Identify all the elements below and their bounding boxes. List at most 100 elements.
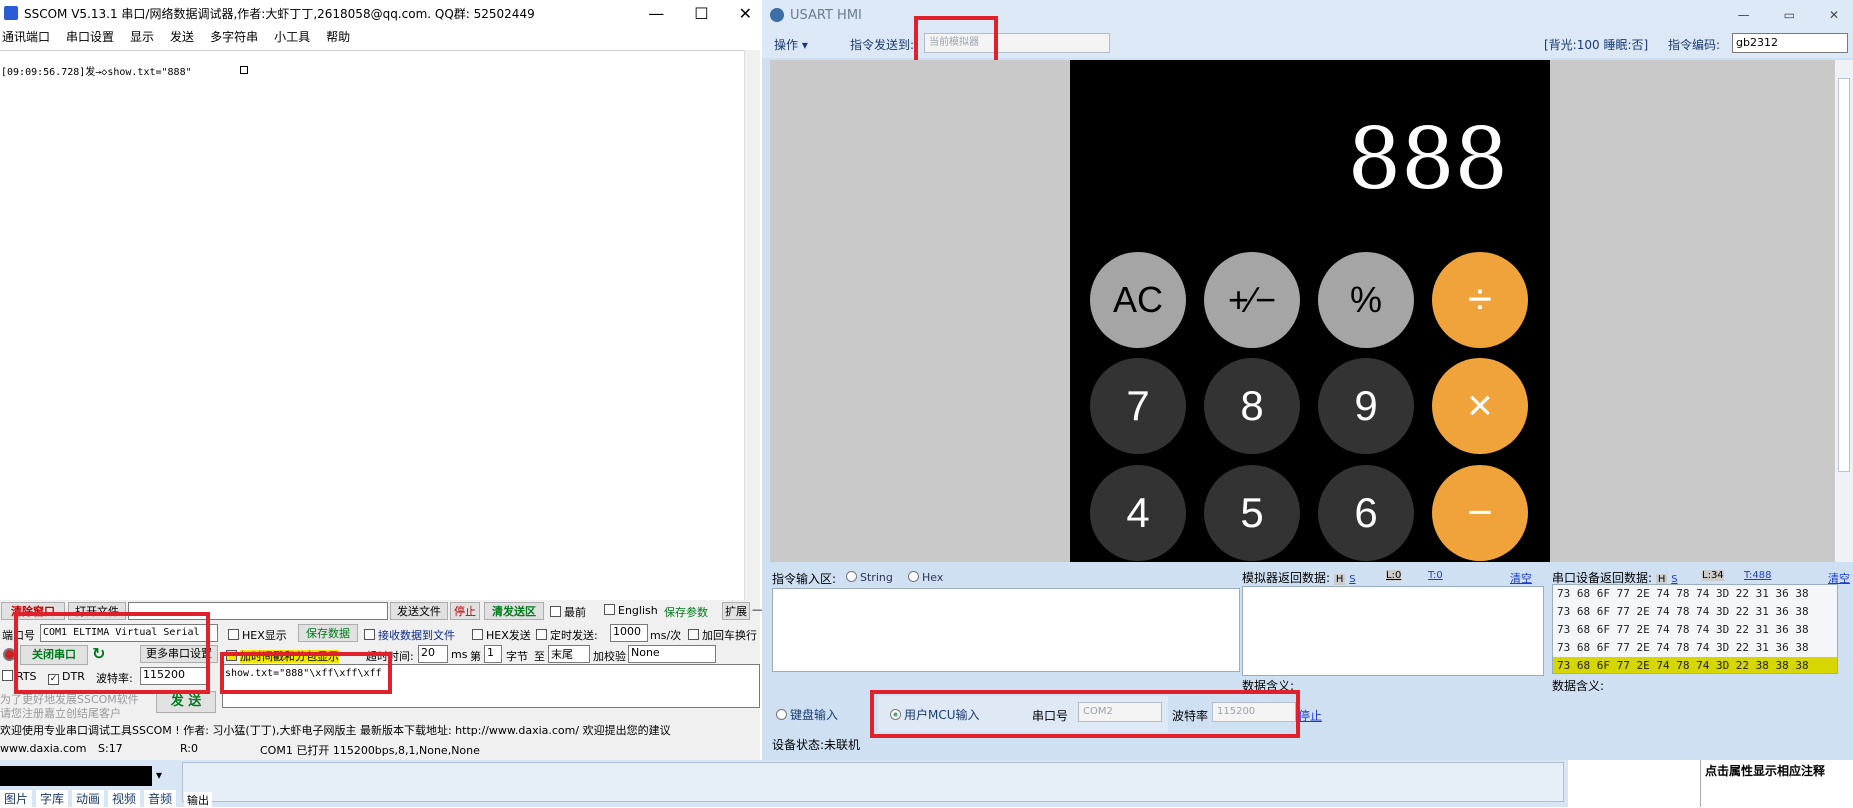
close-port-button[interactable]: 关闭串口 (20, 645, 88, 665)
tab-animation[interactable]: 动画 (72, 790, 105, 807)
stop-button[interactable]: 停止 (450, 602, 480, 620)
menu-item-tools[interactable]: 小工具 (274, 28, 310, 48)
black-input-bar[interactable] (0, 766, 152, 786)
key-7[interactable]: 7 (1090, 358, 1186, 454)
cmd-input-area[interactable] (772, 588, 1240, 672)
bottom-panel: ▾ 图片 字库 动画 视频 音频 输出 点击属性显示相应注释 (0, 760, 1853, 808)
sim-return-area[interactable] (1242, 586, 1544, 676)
menu-item-port-settings[interactable]: 串口设置 (66, 28, 114, 48)
timestamp-checkbox[interactable]: 加时间戳和分包显示 (226, 648, 339, 664)
key-multiply[interactable]: × (1432, 358, 1528, 454)
calculator-display: 888 (1347, 110, 1508, 208)
key-divide[interactable]: ÷ (1432, 252, 1528, 348)
hmi-title-bar: USART HMI — ▭ ✕ (762, 0, 1853, 30)
sim-clear-link[interactable]: 清空 (1510, 570, 1532, 586)
more-settings-button[interactable]: 更多串口设置 (140, 645, 218, 663)
sim-s-toggle[interactable]: S (1349, 574, 1355, 585)
receive-scrollbar[interactable] (744, 50, 760, 600)
clear-send-button[interactable]: 清发送区 (484, 602, 544, 620)
timed-unit-label: ms/次 (650, 629, 682, 642)
dev-return-area[interactable]: 73 68 6F 77 2E 74 78 74 3D 22 31 36 38 7… (1552, 584, 1838, 674)
recv-to-file-checkbox[interactable]: 接收数据到文件 (364, 627, 455, 643)
keyboard-input-radio[interactable]: 键盘输入 (776, 706, 838, 723)
rts-checkbox[interactable]: RTS (2, 670, 37, 683)
close-icon[interactable]: ✕ (739, 4, 752, 23)
hmi-stop-link[interactable]: 停止 (1298, 707, 1322, 724)
menu-item-comm-port[interactable]: 通讯端口 (2, 28, 50, 48)
sim-h-toggle[interactable]: H (1333, 574, 1346, 585)
status-site[interactable]: www.daxia.com (0, 742, 87, 755)
canvas-scrollbar[interactable] (1835, 60, 1853, 562)
tab-fonts[interactable]: 字库 (36, 790, 69, 807)
file-path-input[interactable] (128, 602, 388, 620)
tab-output[interactable]: 输出 (184, 792, 212, 808)
english-checkbox[interactable]: English (604, 604, 658, 617)
key-label: 7 (1126, 382, 1150, 429)
send-to-select[interactable]: 当前模拟器 (924, 33, 1110, 53)
attribute-note-panel: 点击属性显示相应注释 (1700, 760, 1853, 807)
encoding-select[interactable]: gb2312 (1732, 33, 1848, 53)
timed-send-checkbox[interactable]: 定时发送: (536, 627, 598, 643)
maximize-icon[interactable]: ☐ (694, 4, 708, 23)
topmost-checkbox[interactable]: 最前 (550, 604, 586, 620)
close-icon[interactable]: ✕ (1829, 8, 1839, 22)
key-plus-minus[interactable]: +∕− (1204, 252, 1300, 348)
to-select[interactable]: 末尾 (548, 645, 590, 663)
menu-item-display[interactable]: 显示 (130, 28, 154, 48)
key-4[interactable]: 4 (1090, 465, 1186, 561)
add-crlf-checkbox[interactable]: 加回车换行 (688, 627, 757, 643)
menu-item-multi-string[interactable]: 多字符串 (210, 28, 258, 48)
dtr-checkbox[interactable]: ✓ DTR (48, 670, 85, 685)
maximize-icon[interactable]: ▭ (1784, 8, 1795, 22)
hmi-window: USART HMI — ▭ ✕ 操作 ▾ 指令发送到: 当前模拟器 [背光:10… (762, 0, 1853, 760)
key-9[interactable]: 9 (1318, 358, 1414, 454)
key-8[interactable]: 8 (1204, 358, 1300, 454)
open-file-button[interactable]: 打开文件 (68, 602, 126, 620)
tab-video[interactable]: 视频 (108, 790, 141, 807)
receive-area[interactable]: [09:09:56.728]发→◇show.txt="888" (0, 50, 744, 600)
tab-images[interactable]: 图片 (0, 790, 33, 807)
scrollbar-thumb[interactable] (1838, 78, 1850, 472)
send-file-button[interactable]: 发送文件 (390, 602, 448, 620)
hmi-port-label: 串口号 (1032, 709, 1069, 723)
checksum-select[interactable]: None (628, 645, 716, 663)
hmi-baud-select[interactable]: 115200 (1212, 702, 1296, 722)
hex-radio[interactable]: Hex (908, 571, 943, 584)
clear-window-button[interactable]: 清除窗口 (1, 602, 65, 620)
mcu-input-radio[interactable]: 用户MCU输入 (890, 706, 980, 723)
port-select[interactable]: COM1 ELTIMA Virtual Serial (40, 624, 218, 642)
operate-menu[interactable]: 操作 ▾ (774, 36, 808, 53)
minimize-icon[interactable]: — (648, 4, 664, 23)
dropdown-arrow-icon[interactable]: ▾ (156, 768, 162, 782)
menu-item-help[interactable]: 帮助 (326, 28, 350, 48)
hmi-app-icon (770, 8, 784, 22)
timeout-input[interactable]: 20 (418, 645, 448, 663)
save-params-button[interactable]: 保存参数 (664, 604, 708, 620)
key-6[interactable]: 6 (1318, 465, 1414, 561)
expand-button[interactable]: 扩展 (722, 602, 750, 620)
radio-selected-icon (890, 709, 901, 720)
save-data-button[interactable]: 保存数据 (298, 624, 358, 642)
refresh-icon[interactable]: ↻ (92, 644, 105, 663)
receive-log-line: [09:09:56.728]发→◇show.txt="888" (1, 67, 192, 78)
minimize-icon[interactable]: — (1738, 8, 1750, 22)
tab-audio[interactable]: 音频 (144, 790, 177, 807)
key-minus[interactable]: − (1432, 465, 1528, 561)
calculator-screen[interactable]: 888 AC +∕− % ÷ 7 8 9 × 4 5 6 − (1070, 60, 1550, 562)
baud-select[interactable]: 115200 (140, 667, 210, 685)
send-text-input[interactable]: show.txt="888"\xff\xff\xff (222, 664, 760, 708)
key-percent[interactable]: % (1318, 252, 1414, 348)
string-radio[interactable]: String (846, 571, 893, 584)
hex-send-checkbox[interactable]: HEX发送 (472, 627, 531, 643)
send-button[interactable]: 发 送 (156, 691, 216, 713)
key-label: − (1467, 488, 1493, 537)
key-ac[interactable]: AC (1090, 252, 1186, 348)
key-5[interactable]: 5 (1204, 465, 1300, 561)
hex-row: 73 68 6F 77 2E 74 78 74 3D 22 31 36 38 (1557, 587, 1809, 600)
timed-interval-input[interactable]: 1000 (610, 624, 648, 642)
hex-display-checkbox[interactable]: HEX显示 (228, 627, 287, 643)
promo-line-2[interactable]: 请您注册嘉立创结尾客户 (0, 705, 121, 721)
menu-item-send[interactable]: 发送 (170, 28, 194, 48)
hmi-port-select[interactable]: COM2 (1078, 702, 1162, 722)
byte-index-input[interactable]: 1 (484, 645, 502, 663)
